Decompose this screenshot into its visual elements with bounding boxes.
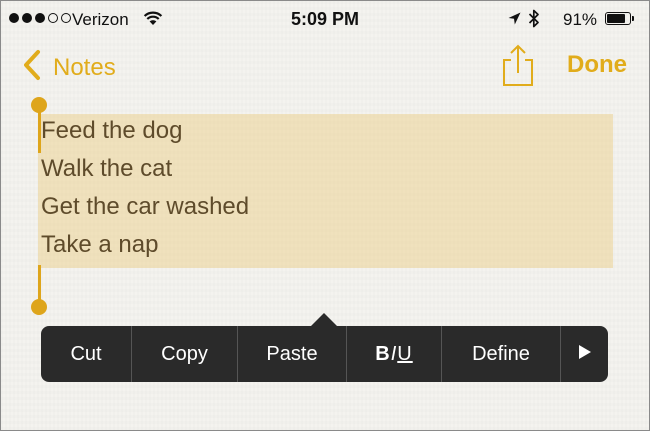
battery-nub <box>632 16 634 21</box>
note-line-3[interactable]: Get the car washed <box>41 193 249 221</box>
notes-screen: Verizon 5:09 PM 91% Notes Done Feed the … <box>0 0 650 431</box>
status-bar: Verizon 5:09 PM 91% <box>1 1 649 37</box>
copy-menu-item[interactable]: Copy <box>132 326 238 382</box>
battery-icon <box>605 12 631 25</box>
more-menu-item[interactable] <box>561 326 608 382</box>
back-label: Notes <box>53 53 116 81</box>
chevron-left-icon <box>23 49 41 86</box>
edit-menu-pointer <box>310 313 338 327</box>
cut-menu-item[interactable]: Cut <box>41 326 132 382</box>
bold-italic-underline-icon: BIU <box>375 342 413 365</box>
play-triangle-icon <box>578 343 592 366</box>
define-menu-item[interactable]: Define <box>442 326 561 382</box>
battery-percent: 91% <box>563 10 598 29</box>
format-menu-item[interactable]: BIU <box>347 326 442 382</box>
selection-end-handle[interactable] <box>31 299 47 315</box>
navigation-bar: Notes Done <box>1 37 649 97</box>
paste-menu-item[interactable]: Paste <box>238 326 347 382</box>
done-button[interactable]: Done <box>567 51 627 79</box>
note-line-1[interactable]: Feed the dog <box>41 117 182 145</box>
edit-menu: Cut Copy Paste BIU Define <box>41 326 608 382</box>
back-button[interactable]: Notes <box>23 49 116 86</box>
note-line-2[interactable]: Walk the cat <box>41 155 172 183</box>
note-line-4[interactable]: Take a nap <box>41 231 158 259</box>
location-arrow-icon <box>508 12 521 30</box>
status-time: 5:09 PM <box>290 9 360 29</box>
bluetooth-icon <box>528 9 540 33</box>
share-button[interactable] <box>501 43 535 92</box>
share-icon <box>503 44 533 86</box>
